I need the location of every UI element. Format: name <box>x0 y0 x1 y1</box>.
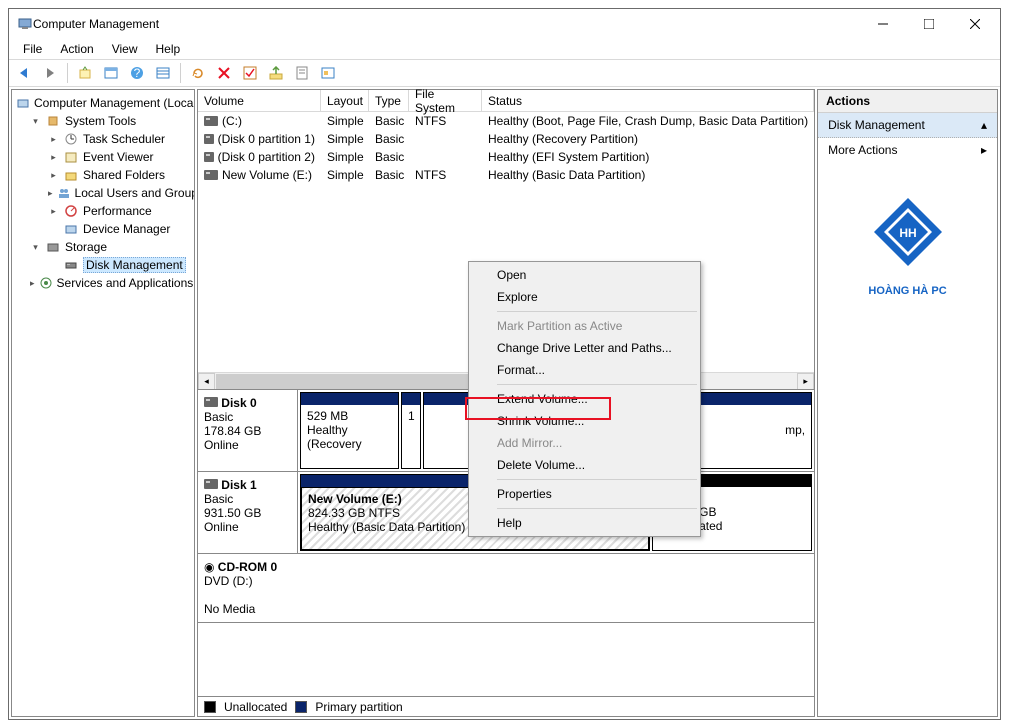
window-title: Computer Management <box>33 17 860 31</box>
actions-header: Actions <box>818 90 997 113</box>
disk-icon <box>204 397 218 407</box>
svg-text:HH: HH <box>899 226 916 240</box>
tree-devmgr[interactable]: Device Manager <box>14 220 192 238</box>
ctx-mirror: Add Mirror... <box>471 432 698 454</box>
col-layout[interactable]: Layout <box>321 90 369 111</box>
disk0-info[interactable]: Disk 0 Basic 178.84 GB Online <box>198 390 298 471</box>
chevron-right-icon: ▸ <box>981 143 987 157</box>
legend-primary: Primary partition <box>315 700 402 714</box>
ctx-extend[interactable]: Extend Volume... <box>471 388 698 410</box>
legend-unalloc-swatch <box>204 701 216 713</box>
ctx-props[interactable]: Properties <box>471 483 698 505</box>
ctx-mark: Mark Partition as Active <box>471 315 698 337</box>
legend-unalloc: Unallocated <box>224 700 287 714</box>
menu-file[interactable]: File <box>15 40 50 58</box>
drive-icon <box>204 134 214 144</box>
cdrom-info[interactable]: ◉ CD-ROM 0 DVD (D:) No Media <box>198 554 814 622</box>
back-button[interactable] <box>13 62 35 84</box>
list-button[interactable] <box>152 62 174 84</box>
volume-header: Volume Layout Type File System Status <box>198 90 814 112</box>
up-button[interactable] <box>74 62 96 84</box>
tree-users[interactable]: ▸Local Users and Groups <box>14 184 192 202</box>
tree-event[interactable]: ▸Event Viewer <box>14 148 192 166</box>
actions-more[interactable]: More Actions▸ <box>818 138 997 162</box>
tree-services[interactable]: ▸Services and Applications <box>14 274 192 292</box>
menu-help[interactable]: Help <box>148 40 189 58</box>
tree-storage[interactable]: ▾Storage <box>14 238 192 256</box>
close-button[interactable] <box>952 9 998 39</box>
scroll-left[interactable]: ◂ <box>198 373 215 390</box>
volume-row[interactable]: (Disk 0 partition 1)SimpleBasicHealthy (… <box>198 130 814 148</box>
ctx-format[interactable]: Format... <box>471 359 698 381</box>
collapse-icon: ▴ <box>981 118 987 132</box>
toolbar: ? <box>9 59 1000 87</box>
volume-row[interactable]: (Disk 0 partition 2)SimpleBasicHealthy (… <box>198 148 814 166</box>
cdrom-row: ◉ CD-ROM 0 DVD (D:) No Media <box>198 554 814 623</box>
tree-shared[interactable]: ▸Shared Folders <box>14 166 192 184</box>
maximize-button[interactable] <box>906 9 952 39</box>
ctx-explore[interactable]: Explore <box>471 286 698 308</box>
actions-dm[interactable]: Disk Management▴ <box>818 113 997 138</box>
actions-panel: Actions Disk Management▴ More Actions▸ H… <box>817 89 998 717</box>
logo-area: HH HOÀNG HÀ PC <box>818 162 997 716</box>
properties-button[interactable] <box>291 62 313 84</box>
refresh-button[interactable] <box>187 62 209 84</box>
nav-tree[interactable]: Computer Management (Local ▾System Tools… <box>11 89 195 717</box>
tree-task[interactable]: ▸Task Scheduler <box>14 130 192 148</box>
disk-icon <box>204 479 218 489</box>
volume-row[interactable]: New Volume (E:)SimpleBasicNTFSHealthy (B… <box>198 166 814 184</box>
tree-diskmgmt[interactable]: Disk Management <box>14 256 192 274</box>
forward-button[interactable] <box>39 62 61 84</box>
ctx-delete[interactable]: Delete Volume... <box>471 454 698 476</box>
disk0-part2[interactable]: 1 <box>401 392 421 469</box>
logo-text: HOÀNG HÀ PC <box>863 285 953 297</box>
titlebar: Computer Management <box>9 9 1000 39</box>
col-fs[interactable]: File System <box>409 90 482 111</box>
svg-text:?: ? <box>134 66 141 80</box>
disk0-part1[interactable]: 529 MBHealthy (Recovery <box>300 392 399 469</box>
legend-primary-swatch <box>295 701 307 713</box>
disk1-info[interactable]: Disk 1 Basic 931.50 GB Online <box>198 472 298 553</box>
ctx-open[interactable]: Open <box>471 264 698 286</box>
scroll-right[interactable]: ▸ <box>797 373 814 390</box>
cdrom-icon: ◉ <box>204 560 214 574</box>
drive-icon <box>204 116 218 126</box>
logo-icon: HH <box>863 192 953 282</box>
legend: Unallocated Primary partition <box>198 696 814 716</box>
drive-icon <box>204 170 218 180</box>
ctx-change[interactable]: Change Drive Letter and Paths... <box>471 337 698 359</box>
ctx-help[interactable]: Help <box>471 512 698 534</box>
context-menu: Open Explore Mark Partition as Active Ch… <box>468 261 701 537</box>
help-icon[interactable]: ? <box>126 62 148 84</box>
app-icon <box>17 15 33 34</box>
delete-button[interactable] <box>213 62 235 84</box>
volume-row[interactable]: (C:)SimpleBasicNTFSHealthy (Boot, Page F… <box>198 112 814 130</box>
check-button[interactable] <box>239 62 261 84</box>
col-type[interactable]: Type <box>369 90 409 111</box>
menu-action[interactable]: Action <box>52 40 101 58</box>
settings-button[interactable] <box>317 62 339 84</box>
menu-bar: File Action View Help <box>9 39 1000 59</box>
upload-button[interactable] <box>265 62 287 84</box>
col-status[interactable]: Status <box>482 90 814 111</box>
minimize-button[interactable] <box>860 9 906 39</box>
ctx-shrink[interactable]: Shrink Volume... <box>471 410 698 432</box>
col-volume[interactable]: Volume <box>198 90 321 111</box>
tree-root[interactable]: Computer Management (Local <box>14 94 192 112</box>
tree-perf[interactable]: ▸Performance <box>14 202 192 220</box>
menu-view[interactable]: View <box>104 40 146 58</box>
panel-button[interactable] <box>100 62 122 84</box>
drive-icon <box>204 152 214 162</box>
tree-systools[interactable]: ▾System Tools <box>14 112 192 130</box>
